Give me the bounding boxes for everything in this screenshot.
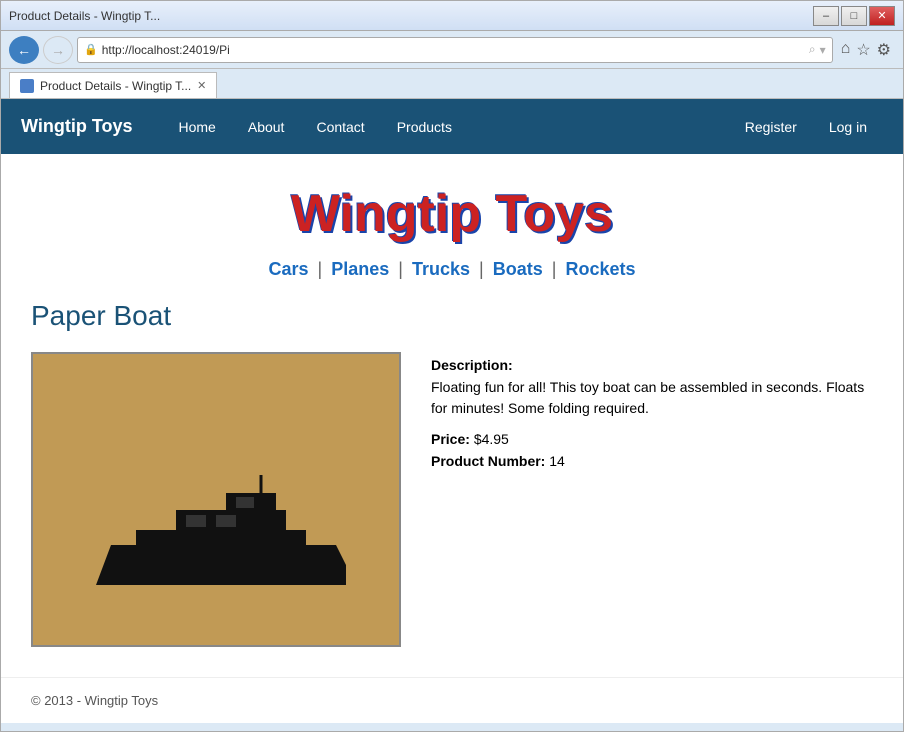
- product-image: [31, 352, 401, 647]
- page-footer: © 2013 - Wingtip Toys: [1, 677, 903, 723]
- product-title: Paper Boat: [31, 300, 873, 332]
- price-value: $4.95: [474, 431, 509, 447]
- navbar-brand[interactable]: Wingtip Toys: [21, 116, 133, 137]
- category-rockets[interactable]: Rockets: [565, 259, 635, 279]
- tab-bar: Product Details - Wingtip T... ✕: [1, 69, 903, 99]
- nav-products[interactable]: Products: [381, 119, 468, 135]
- nav-register[interactable]: Register: [729, 119, 813, 135]
- back-button[interactable]: ←: [9, 36, 39, 64]
- nav-home[interactable]: Home: [163, 119, 232, 135]
- nav-contact[interactable]: Contact: [300, 119, 380, 135]
- nav-login[interactable]: Log in: [813, 119, 883, 135]
- main-content: Wingtip Toys Cars | Planes | Trucks | Bo…: [1, 154, 903, 677]
- navbar: Wingtip Toys Home About Contact Products…: [1, 99, 903, 154]
- product-number-label: Product Number:: [431, 453, 545, 469]
- active-tab[interactable]: Product Details - Wingtip T... ✕: [9, 72, 217, 98]
- category-cars[interactable]: Cars: [269, 259, 309, 279]
- address-bar: ← → 🔒 ⌕ ▾ ⌂ ☆ ⚙: [1, 31, 903, 69]
- description-label: Description:: [431, 357, 873, 373]
- footer-text: © 2013 - Wingtip Toys: [31, 693, 158, 708]
- navbar-links: Home About Contact Products: [163, 119, 729, 135]
- favorites-icon[interactable]: ☆: [856, 40, 870, 60]
- tab-title: Product Details - Wingtip T...: [40, 79, 191, 93]
- url-box[interactable]: 🔒 ⌕ ▾: [77, 37, 833, 63]
- page-content: Wingtip Toys Home About Contact Products…: [1, 99, 903, 723]
- product-layout: Description: Floating fun for all! This …: [31, 352, 873, 647]
- minimize-button[interactable]: –: [813, 6, 839, 26]
- nav-about[interactable]: About: [232, 119, 301, 135]
- window-title: Product Details - Wingtip T...: [9, 9, 160, 23]
- category-planes[interactable]: Planes: [331, 259, 389, 279]
- product-number-row: Product Number: 14: [431, 453, 873, 469]
- product-description: Floating fun for all! This toy boat can …: [431, 377, 873, 419]
- tab-favicon: [20, 79, 34, 93]
- category-trucks[interactable]: Trucks: [412, 259, 470, 279]
- category-links: Cars | Planes | Trucks | Boats | Rockets: [31, 259, 873, 280]
- title-bar: Product Details - Wingtip T... – □ ✕: [1, 1, 903, 31]
- price-row: Price: $4.95: [431, 431, 873, 447]
- close-button[interactable]: ✕: [869, 6, 895, 26]
- window-controls: – □ ✕: [813, 6, 895, 26]
- tab-close-button[interactable]: ✕: [197, 79, 206, 92]
- maximize-button[interactable]: □: [841, 6, 867, 26]
- toolbar-icons: ⌂ ☆ ⚙: [837, 40, 895, 60]
- boat-svg: [76, 475, 356, 605]
- home-icon[interactable]: ⌂: [841, 40, 851, 60]
- url-input[interactable]: [102, 43, 805, 57]
- product-number-value: 14: [549, 453, 565, 469]
- price-label: Price:: [431, 431, 470, 447]
- forward-button[interactable]: →: [43, 36, 73, 64]
- navbar-right: Register Log in: [729, 119, 883, 135]
- site-logo-text: Wingtip Toys: [291, 185, 613, 243]
- product-details: Description: Floating fun for all! This …: [431, 352, 873, 475]
- settings-icon[interactable]: ⚙: [877, 40, 891, 60]
- site-logo: Wingtip Toys: [31, 164, 873, 259]
- category-boats[interactable]: Boats: [493, 259, 543, 279]
